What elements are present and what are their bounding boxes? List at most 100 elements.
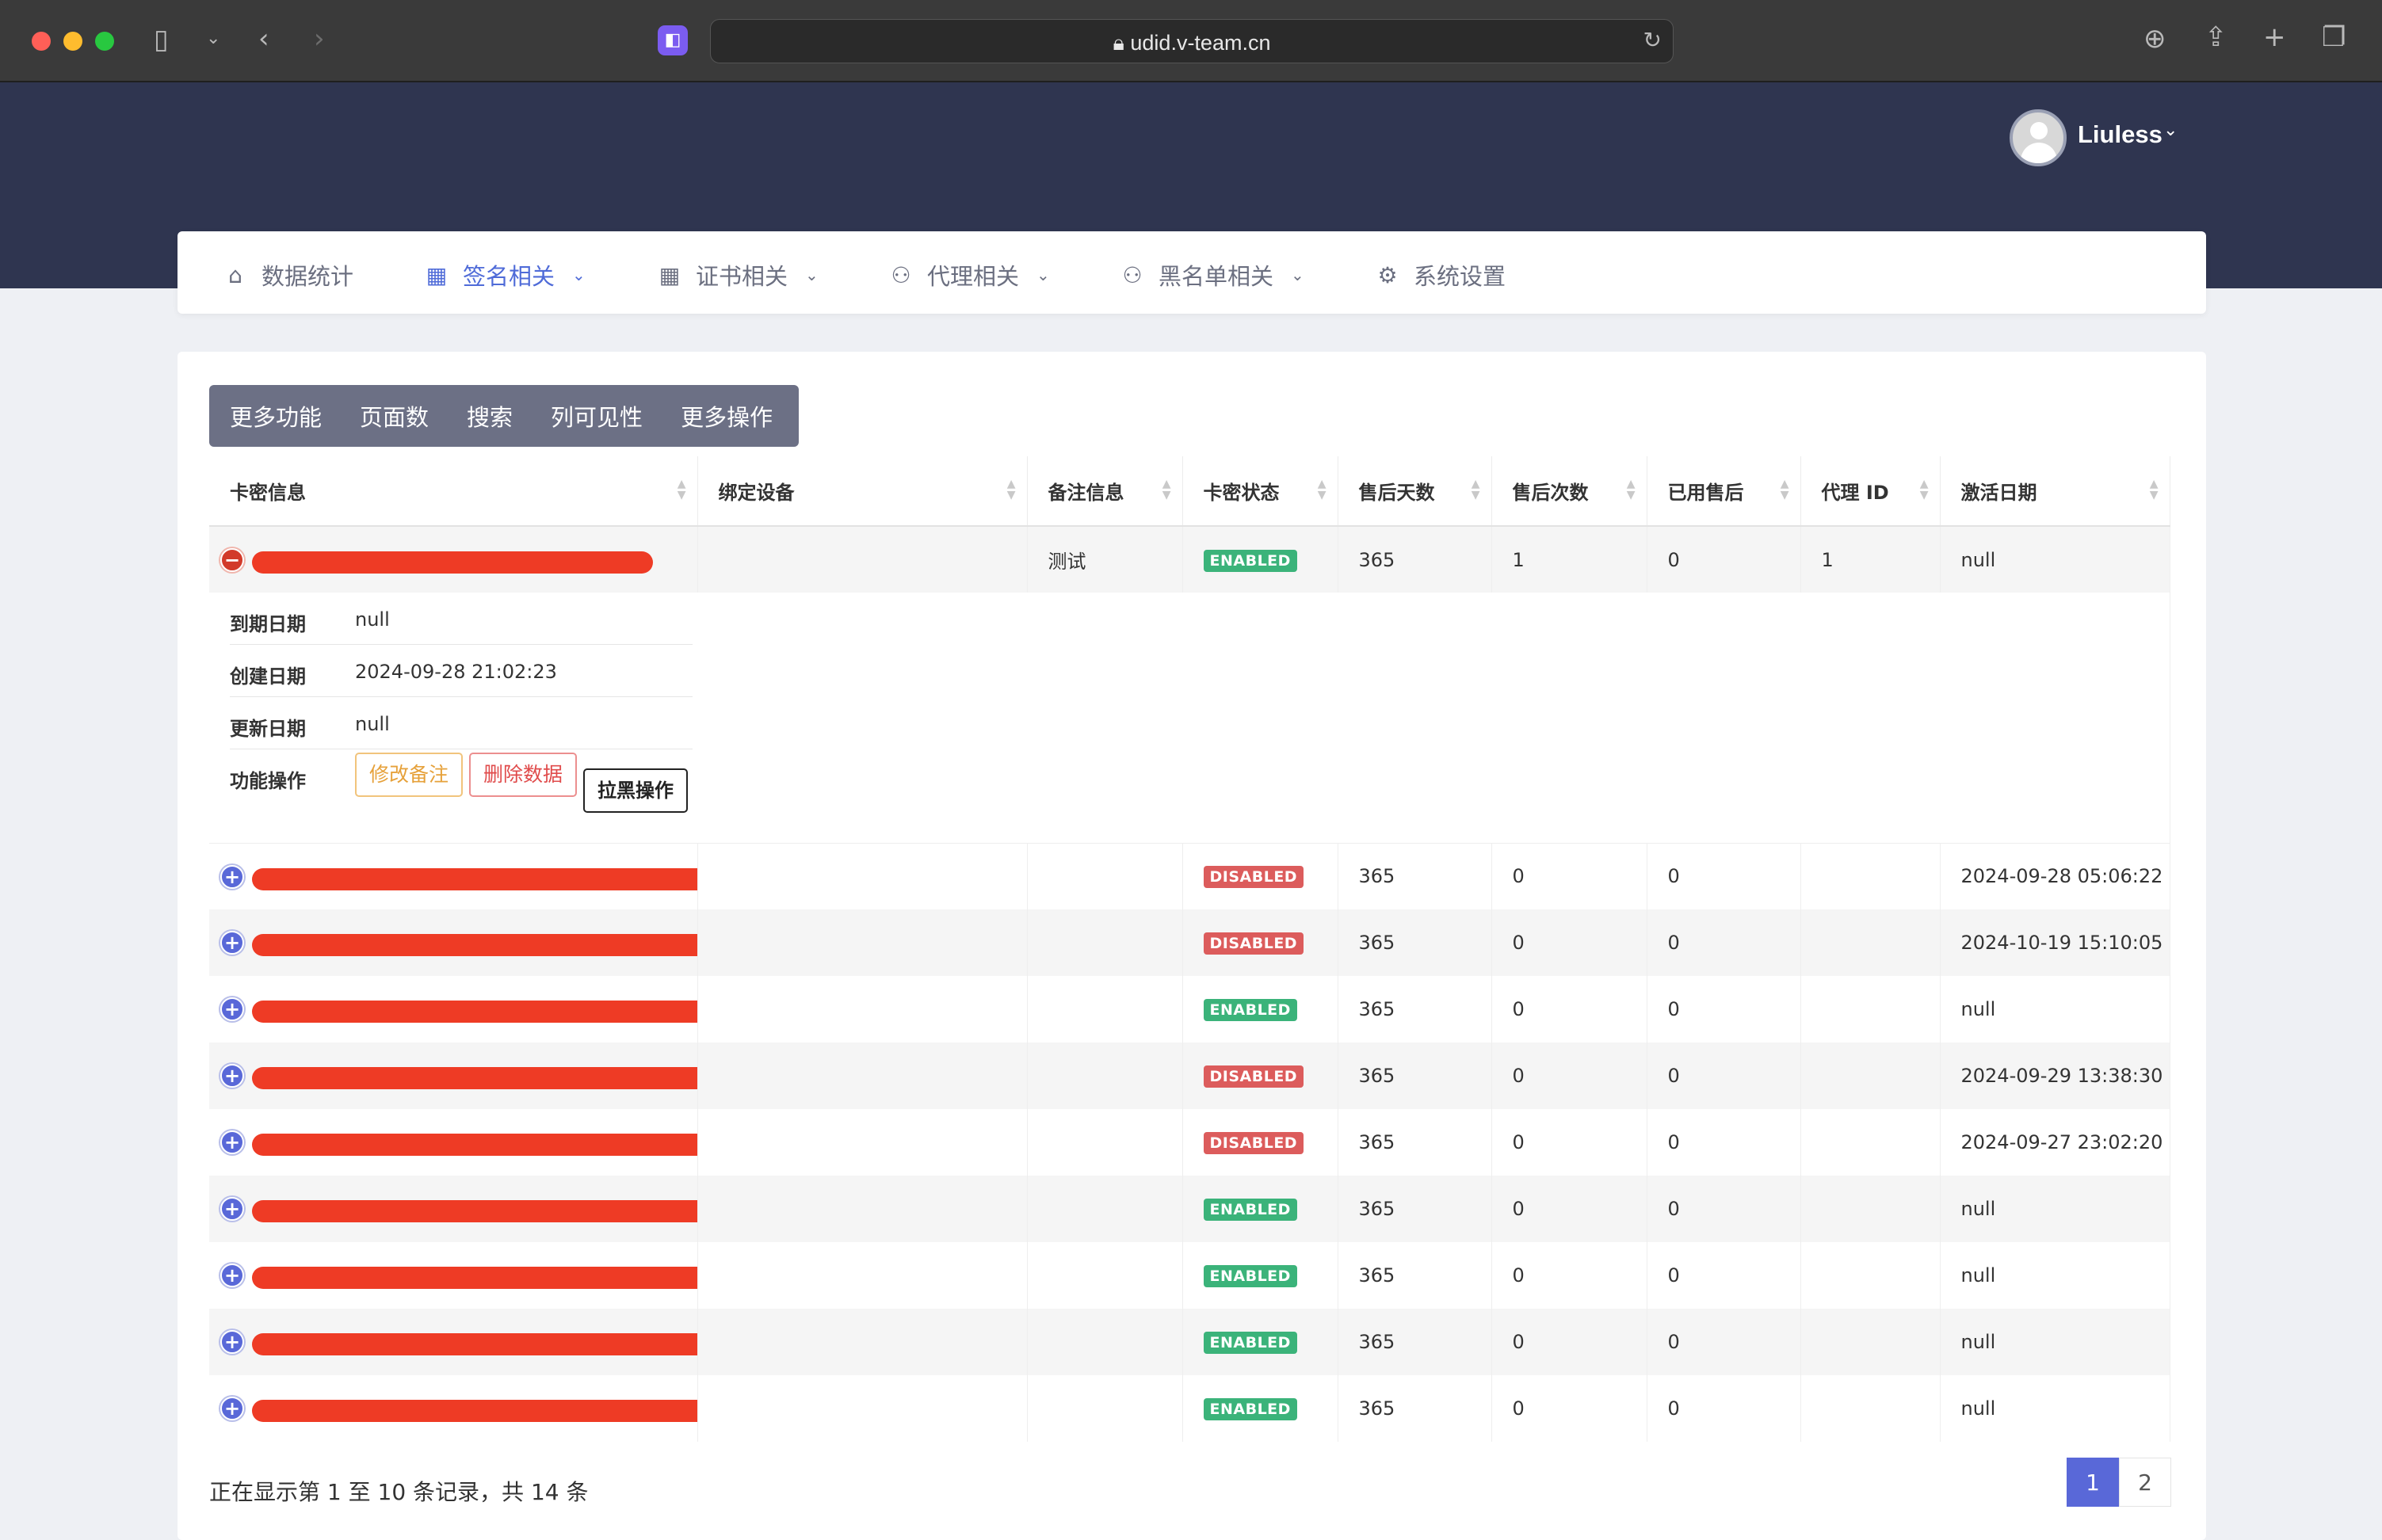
- chevron-down-icon[interactable]: ⌄: [206, 30, 220, 48]
- column-header[interactable]: 售后天数 ▲ ▼: [1338, 456, 1492, 527]
- expand-row-icon[interactable]: +: [220, 1264, 244, 1287]
- column-header[interactable]: 代理 ID ▲ ▼: [1800, 456, 1941, 527]
- used-after-sale-cell: 0: [1647, 843, 1801, 909]
- grid-icon: ▦: [658, 261, 681, 288]
- table-info: 正在显示第 1 至 10 条记录，共 14 条: [209, 1479, 589, 1505]
- share-icon[interactable]: ⇪: [2204, 24, 2227, 51]
- status-cell: ENABLED: [1182, 1176, 1338, 1242]
- extension-icon[interactable]: ◧: [658, 25, 688, 55]
- bound-device-cell: [697, 843, 1028, 909]
- chevron-down-icon: ⌄: [572, 265, 586, 284]
- row-detail-panel: 到期日期 null 创建日期 2024-09-28 21:02:23 更新日期 …: [209, 593, 2170, 843]
- user-name[interactable]: Liuless: [2078, 120, 2163, 149]
- after-sale-count-cell: 0: [1491, 909, 1647, 976]
- expand-row-icon[interactable]: +: [220, 1064, 244, 1088]
- expand-row-icon[interactable]: +: [220, 931, 244, 955]
- nav-item-stats[interactable]: ⌂ 数据统计: [223, 258, 353, 292]
- avatar[interactable]: [2010, 109, 2067, 166]
- card-key-cell: +: [209, 909, 698, 976]
- tab-overview-icon[interactable]: ❐: [2322, 24, 2346, 51]
- remark-cell: [1027, 843, 1183, 909]
- remark-cell: [1027, 1109, 1183, 1176]
- expand-row-icon[interactable]: +: [220, 1130, 244, 1154]
- agent-id-cell: [1800, 843, 1941, 909]
- detail-expire: 到期日期 null: [230, 593, 693, 645]
- address-bar[interactable]: 🔒︎ udid.v-team.cn ↻: [710, 19, 1674, 63]
- column-visibility-button[interactable]: 列可见性: [532, 399, 662, 433]
- edit-note-button[interactable]: 修改备注: [355, 753, 464, 797]
- status-badge: ENABLED: [1203, 999, 1297, 1021]
- zoom-window-button[interactable]: [95, 32, 114, 51]
- page-length-button[interactable]: 页面数: [341, 399, 448, 433]
- remark-cell: [1027, 909, 1183, 976]
- detail-label: 到期日期: [230, 613, 306, 635]
- used-after-sale-cell: 0: [1647, 1109, 1801, 1176]
- table-row: + DISABLED 365 0 0 2024-09-29 13:38:30: [209, 1043, 2170, 1109]
- chevron-down-icon[interactable]: ⌄: [2163, 120, 2178, 140]
- column-header[interactable]: 卡密信息 ▲ ▼: [209, 456, 698, 527]
- status-badge: ENABLED: [1203, 1398, 1297, 1420]
- download-icon[interactable]: ⊕: [2143, 25, 2166, 52]
- agent-id-cell: 1: [1800, 526, 1941, 593]
- page-button-2[interactable]: 2: [2119, 1458, 2171, 1507]
- agent-id-cell: [1800, 1242, 1941, 1309]
- users-icon: ⚇: [1122, 261, 1143, 288]
- more-features-button[interactable]: 更多功能: [209, 399, 341, 433]
- nav-label: 黑名单相关: [1159, 263, 1274, 290]
- redacted-card-key: [252, 1267, 697, 1289]
- status-cell: ENABLED: [1182, 976, 1338, 1043]
- expand-row-icon[interactable]: +: [220, 1330, 244, 1354]
- used-after-sale-cell: 0: [1647, 1309, 1801, 1375]
- status-badge: DISABLED: [1203, 1132, 1304, 1154]
- nav-item-agents[interactable]: ⚇ 代理相关 ⌄: [889, 258, 1049, 292]
- bound-device-cell: [697, 909, 1028, 976]
- remark-cell: [1027, 1309, 1183, 1375]
- close-window-button[interactable]: [32, 32, 51, 51]
- new-tab-icon[interactable]: +: [2263, 24, 2286, 51]
- card-key-cell: +: [209, 1242, 698, 1309]
- table-row: − 测试 ENABLED 365 1 0 1 null: [209, 526, 2170, 593]
- chevron-down-icon: ⌄: [805, 265, 819, 284]
- delete-data-button[interactable]: 删除数据: [469, 753, 578, 797]
- more-actions-button[interactable]: 更多操作: [662, 399, 792, 433]
- collapse-row-icon[interactable]: −: [220, 548, 244, 572]
- nav-item-blacklist[interactable]: ⚇ 黑名单相关 ⌄: [1120, 258, 1304, 292]
- column-header[interactable]: 激活日期 ▲ ▼: [1940, 456, 2170, 527]
- nav-item-certificates[interactable]: ▦ 证书相关 ⌄: [658, 258, 819, 292]
- nav-item-signing[interactable]: ▦ 签名相关 ⌄: [425, 258, 586, 292]
- used-after-sale-cell: 0: [1647, 526, 1801, 593]
- page-button-1[interactable]: 1: [2067, 1458, 2119, 1507]
- sidebar-toggle-icon[interactable]: ▯: [154, 26, 169, 53]
- activation-date-cell: null: [1940, 1176, 2170, 1242]
- expand-row-icon[interactable]: +: [220, 864, 244, 889]
- blacklist-button[interactable]: 拉黑操作: [583, 768, 688, 813]
- back-icon[interactable]: ‹: [258, 25, 269, 52]
- expand-row-icon[interactable]: +: [220, 1197, 244, 1221]
- used-after-sale-cell: 0: [1647, 909, 1801, 976]
- column-header[interactable]: 绑定设备 ▲ ▼: [697, 456, 1028, 527]
- minimize-window-button[interactable]: [63, 32, 82, 51]
- column-header[interactable]: 卡密状态 ▲ ▼: [1182, 456, 1338, 527]
- forward-icon[interactable]: ›: [314, 25, 325, 52]
- card-key-cell: +: [209, 976, 698, 1043]
- after-sale-days-cell: 365: [1338, 1309, 1492, 1375]
- nav-item-settings[interactable]: ⚙ 系统设置: [1376, 258, 1506, 292]
- redacted-card-key: [252, 551, 653, 574]
- reload-icon[interactable]: ↻: [1643, 29, 1662, 51]
- after-sale-days-cell: 365: [1338, 1375, 1492, 1442]
- column-header[interactable]: 已用售后 ▲ ▼: [1647, 456, 1801, 527]
- status-cell: DISABLED: [1182, 1109, 1338, 1176]
- bound-device-cell: [697, 1043, 1028, 1109]
- card-key-cell: +: [209, 1109, 698, 1176]
- redacted-card-key: [252, 1400, 697, 1422]
- detail-label: 功能操作: [230, 770, 306, 792]
- table-row: + DISABLED 365 0 0 2024-10-19 15:10:05: [209, 909, 2170, 976]
- column-header[interactable]: 售后次数 ▲ ▼: [1491, 456, 1647, 527]
- card-key-cell: +: [209, 1176, 698, 1242]
- expand-row-icon[interactable]: +: [220, 997, 244, 1021]
- agent-id-cell: [1800, 976, 1941, 1043]
- bound-device-cell: [697, 526, 1028, 593]
- column-header[interactable]: 备注信息 ▲ ▼: [1027, 456, 1183, 527]
- search-button[interactable]: 搜索: [448, 399, 532, 433]
- expand-row-icon[interactable]: +: [220, 1397, 244, 1420]
